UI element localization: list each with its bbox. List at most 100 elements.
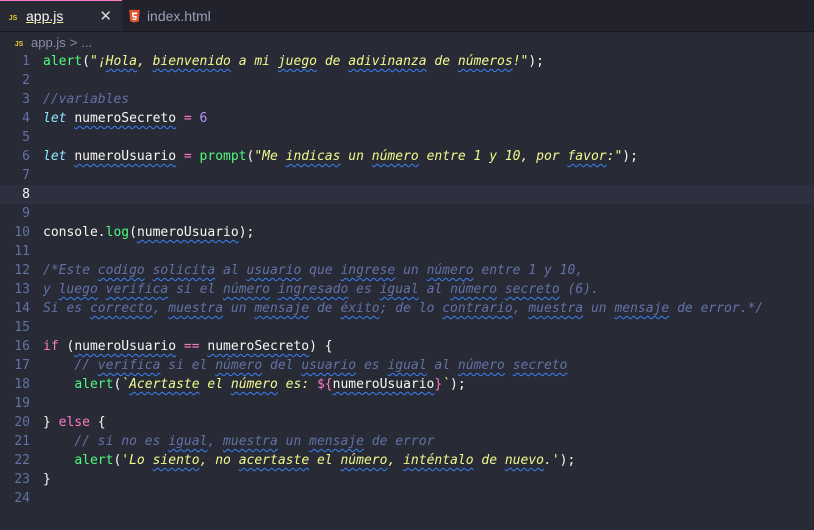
tab-app-js[interactable]: JS app.js ✕: [0, 0, 122, 31]
breadcrumb-more[interactable]: ...: [81, 35, 92, 50]
code-token: numeroSecreto) {: [207, 339, 333, 354]
line-code: console.log(numeroUsuario);: [43, 223, 254, 242]
line-code: let numeroUsuario = prompt("Me indicas u…: [43, 147, 638, 166]
code-line[interactable]: 19: [0, 394, 814, 413]
code-line[interactable]: 21 // si no es igual, muestra un mensaje…: [0, 432, 814, 451]
code-line[interactable]: 4 let numeroSecreto = 6: [0, 109, 814, 128]
line-code: // verifica si el número del usuario es …: [43, 356, 567, 375]
code-line[interactable]: 20} else {: [0, 413, 814, 432]
code-token: (numeroUsuario);: [129, 225, 255, 240]
code-line[interactable]: 12 /*Este codigo solicita al usuario que …: [0, 261, 814, 280]
code-line[interactable]: 1 alert("¡Hola, bienvenido a mi juego de …: [0, 52, 814, 71]
code-token: );: [559, 453, 576, 468]
code-token: let: [43, 111, 67, 126]
code-line[interactable]: 24: [0, 489, 814, 508]
html5-file-icon: [129, 9, 140, 23]
code-line[interactable]: 23}: [0, 470, 814, 489]
code-line[interactable]: 8: [0, 185, 814, 204]
breadcrumb-file[interactable]: app.js: [31, 35, 66, 50]
code-token: {: [89, 415, 106, 430]
code-editor[interactable]: 1 alert("¡Hola, bienvenido a mi juego de …: [0, 52, 814, 530]
code-line[interactable]: 9: [0, 204, 814, 223]
code-token: );: [528, 54, 544, 69]
line-code: } else {: [43, 413, 106, 432]
code-token: numeroSecreto: [74, 111, 177, 126]
code-token: (numeroUsuario: [66, 339, 177, 354]
code-line[interactable]: 13 y luego verifica si el número ingresad…: [0, 280, 814, 299]
code-token: `Acertaste el número es:: [121, 377, 310, 392]
line-code: /*Este codigo solicita al usuario que in…: [43, 261, 583, 280]
code-line[interactable]: 16 if (numeroUsuario == numeroSecreto) {: [0, 337, 814, 356]
close-icon[interactable]: ✕: [99, 7, 112, 25]
tab-label: index.html: [146, 7, 211, 24]
line-code: // si no es igual, muestra un mensaje de…: [43, 432, 434, 451]
code-line[interactable]: 5: [0, 128, 814, 147]
line-number: 3: [22, 92, 30, 107]
code-token: numeroUsuario: [74, 149, 177, 164]
line-number: 24: [14, 491, 30, 506]
line-number: 9: [22, 206, 30, 221]
breadcrumb: JS app.js > ...: [0, 32, 814, 52]
tab-index-html[interactable]: index.html: [122, 0, 242, 31]
code-token: else: [58, 415, 90, 430]
code-line[interactable]: 7: [0, 166, 814, 185]
line-code: if (numeroUsuario == numeroSecreto) {: [43, 337, 333, 356]
line-code: alert("¡Hola, bienvenido a mi juego de a…: [43, 52, 544, 71]
code-token: alert: [74, 453, 114, 468]
line-number: 1: [22, 54, 30, 69]
code-token: =: [183, 149, 192, 164]
code-token: // si no es igual, muestra un mensaje de…: [74, 434, 435, 449]
code-line[interactable]: 2: [0, 71, 814, 90]
line-number: 23: [14, 472, 30, 487]
line-code: let numeroSecreto = 6: [43, 109, 207, 128]
code-token: /*Este codigo solicita al usuario que in…: [43, 263, 584, 278]
code-line[interactable]: 11: [0, 242, 814, 261]
code-token: `: [442, 377, 451, 392]
line-number: 11: [14, 244, 30, 259]
code-token: );: [622, 149, 638, 164]
code-line[interactable]: 18 alert(`Acertaste el número es: ${nume…: [0, 375, 814, 394]
line-number: 6: [22, 149, 30, 164]
code-token: }: [43, 415, 59, 430]
code-token: prompt: [199, 149, 247, 164]
code-token: (: [82, 54, 90, 69]
code-token: log: [105, 225, 130, 240]
line-code: alert('Lo siento, no acertaste el número…: [43, 451, 575, 470]
line-number: 15: [14, 320, 30, 335]
code-token: }: [43, 472, 51, 487]
code-token: Si es correcto, muestra un mensaje de éx…: [43, 301, 764, 316]
line-number: 17: [14, 358, 30, 373]
line-number: 20: [14, 415, 30, 430]
code-token: ${: [316, 377, 333, 392]
code-token: // verifica si el número del usuario es …: [74, 358, 568, 373]
code-line[interactable]: 14 Si es correcto, muestra un mensaje de …: [0, 299, 814, 318]
code-line[interactable]: 17 // verifica si el número del usuario …: [0, 356, 814, 375]
line-number: 12: [14, 263, 30, 278]
code-token: console.: [43, 225, 106, 240]
line-number: 14: [14, 301, 30, 316]
line-number: 10: [14, 225, 30, 240]
line-number: 21: [14, 434, 30, 449]
line-number: 7: [22, 168, 30, 183]
code-line[interactable]: 15: [0, 318, 814, 337]
line-number: 2: [22, 73, 30, 88]
code-token: if: [43, 339, 59, 354]
code-token: "Me indicas un número entre 1 y 10, por …: [254, 149, 623, 164]
js-file-icon: JS: [14, 41, 24, 48]
code-line[interactable]: 22 alert('Lo siento, no acertaste el núm…: [0, 451, 814, 470]
code-line[interactable]: 6 let numeroUsuario = prompt("Me indicas …: [0, 147, 814, 166]
line-number: 19: [14, 396, 30, 411]
js-file-icon: JS: [8, 15, 18, 22]
code-token: ==: [183, 339, 200, 354]
code-line[interactable]: 3 //variables: [0, 90, 814, 109]
code-token: 'Lo siento, no acertaste el número, inté…: [121, 453, 560, 468]
line-number: 4: [22, 111, 30, 126]
tab-bar: JS app.js ✕ index.html: [0, 0, 814, 32]
code-line[interactable]: 10 console.log(numeroUsuario);: [0, 223, 814, 242]
code-lines: 1 alert("¡Hola, bienvenido a mi juego de …: [0, 52, 814, 508]
